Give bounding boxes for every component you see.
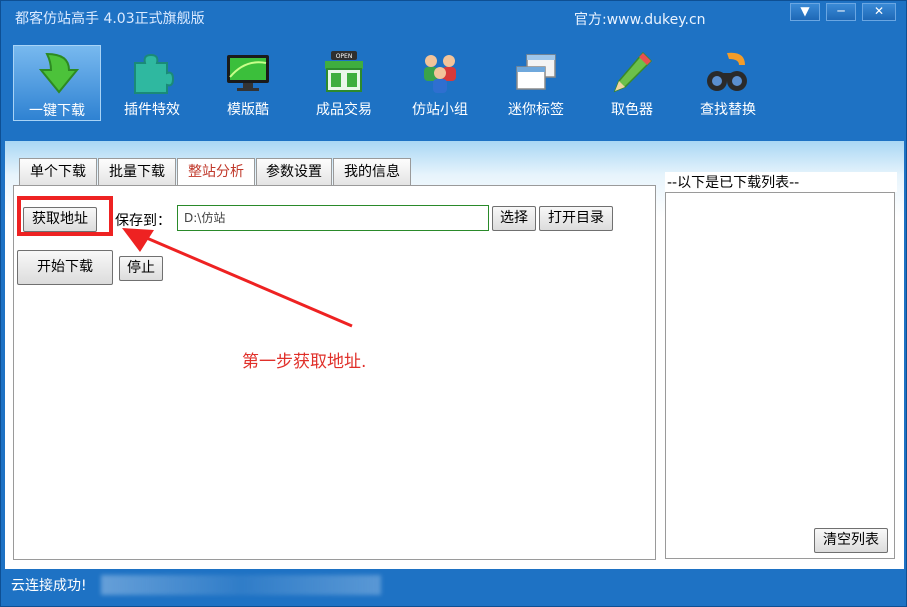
- clear-list-button[interactable]: 清空列表: [814, 528, 888, 553]
- toolbar-clone-team[interactable]: 仿站小组: [396, 45, 484, 121]
- toolbar-mini-tabs[interactable]: 迷你标签: [492, 45, 580, 121]
- tab-single-download[interactable]: 单个下载: [19, 158, 97, 185]
- toolbar-label: 仿站小组: [412, 102, 468, 118]
- highlight-box: [17, 196, 113, 236]
- toolbar-label: 一键下载: [29, 103, 85, 119]
- status-bar: 云连接成功!: [1, 569, 906, 606]
- minimize-button[interactable]: ─: [826, 3, 856, 21]
- green-down-arrow-icon: [38, 52, 80, 94]
- tab-my-info[interactable]: 我的信息: [333, 158, 411, 185]
- download-list-title: --以下是已下载列表--: [665, 172, 897, 192]
- toolbar-label: 成品交易: [316, 102, 372, 118]
- toolbar-label: 取色器: [611, 102, 653, 118]
- windows-tabs-icon: [516, 54, 556, 90]
- site-analysis-panel: 获取地址 保存到： D:\仿站 选择 打开目录 开始下载 停止 第一步获取地址.: [13, 185, 656, 560]
- tab-site-analysis[interactable]: 整站分析: [177, 158, 255, 186]
- monitor-icon: [227, 55, 269, 91]
- svg-text:OPEN: OPEN: [336, 53, 353, 60]
- toolbar-label: 插件特效: [124, 102, 180, 118]
- puzzle-piece-icon: [134, 53, 175, 94]
- official-site-link[interactable]: 官方:www.dukey.cn: [574, 9, 706, 29]
- annotation-arrow: [122, 228, 353, 328]
- open-store-icon: OPEN: [325, 51, 363, 92]
- select-button[interactable]: 选择: [492, 206, 536, 231]
- app-window: 都客仿站高手 4.03正式旗舰版 官方:www.dukey.cn ▼ ─ ✕ 一…: [0, 0, 907, 607]
- app-title: 都客仿站高手 4.03正式旗舰版: [15, 11, 205, 27]
- status-text: 云连接成功!: [11, 578, 87, 594]
- tab-batch-download[interactable]: 批量下载: [98, 158, 176, 185]
- toolbar: 一键下载 插件特效 模版酷 OPEN 成品交易 仿站小组 迷你标签 取色器 查找…: [1, 35, 906, 131]
- tab-parameter-settings[interactable]: 参数设置: [256, 158, 332, 185]
- toolbar-product-trade[interactable]: OPEN 成品交易: [300, 45, 388, 121]
- toolbar-label: 查找替换: [700, 102, 756, 118]
- blurred-status-detail: [101, 575, 381, 595]
- people-group-icon: [424, 55, 456, 93]
- toolbar-template-cool[interactable]: 模版酷: [204, 45, 292, 121]
- toolbar-label: 迷你标签: [508, 102, 564, 118]
- close-button[interactable]: ✕: [862, 3, 896, 21]
- title-bar: 都客仿站高手 4.03正式旗舰版 官方:www.dukey.cn ▼ ─ ✕: [1, 1, 906, 35]
- start-download-button[interactable]: 开始下载: [17, 250, 113, 285]
- toolbar-color-picker[interactable]: 取色器: [588, 45, 676, 121]
- pencil-icon: [613, 51, 653, 93]
- download-list[interactable]: 清空列表: [665, 192, 895, 559]
- toolbar-find-replace[interactable]: 查找替换: [684, 45, 772, 121]
- binoculars-icon: [707, 52, 747, 91]
- menu-button[interactable]: ▼: [790, 3, 820, 21]
- toolbar-plugin-effects[interactable]: 插件特效: [108, 45, 196, 121]
- content-area: 单个下载 批量下载 整站分析 参数设置 我的信息 获取地址 保存到： D:\仿站…: [5, 141, 904, 569]
- toolbar-one-click-download[interactable]: 一键下载: [13, 45, 101, 121]
- annotation-text: 第一步获取地址.: [242, 352, 367, 372]
- open-directory-button[interactable]: 打开目录: [539, 206, 613, 231]
- toolbar-label: 模版酷: [227, 102, 269, 118]
